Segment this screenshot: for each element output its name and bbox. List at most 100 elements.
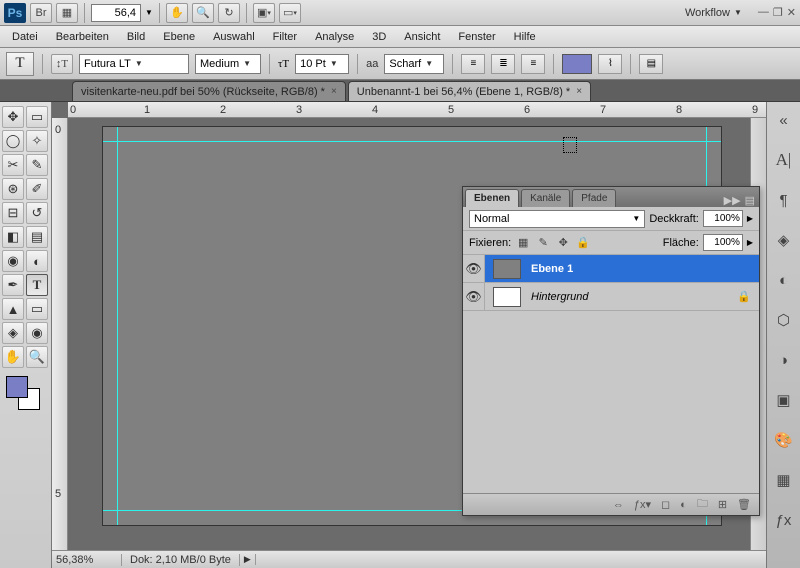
tab-kanaele[interactable]: Kanäle	[521, 189, 570, 207]
paragraph-panel-icon[interactable]: ¶	[772, 188, 796, 212]
layer-thumbnail[interactable]	[493, 287, 521, 307]
tab-ebenen[interactable]: Ebenen	[465, 189, 519, 207]
styles-panel-icon[interactable]: ƒx	[772, 508, 796, 532]
character-panel-button[interactable]: ▤	[639, 54, 663, 74]
menu-bearbeiten[interactable]: Bearbeiten	[56, 31, 109, 43]
layer-name[interactable]: Hintergrund	[531, 291, 588, 303]
close-icon[interactable]: ×	[331, 86, 337, 97]
warp-text-button[interactable]: ⌇	[598, 54, 622, 74]
arrange-button[interactable]: ▣▾	[253, 3, 275, 23]
3d-camera-tool[interactable]: ◉	[26, 322, 48, 344]
swatches-panel-icon[interactable]: ▦	[772, 468, 796, 492]
menu-hilfe[interactable]: Hilfe	[514, 31, 536, 43]
3d-tool[interactable]: ◈	[2, 322, 24, 344]
font-style-select[interactable]: Medium▼	[195, 54, 261, 74]
document-tab-active[interactable]: Unbenannt-1 bei 56,4% (Ebene 1, RGB/8) *…	[348, 81, 591, 101]
panel-menu-icon[interactable]: ▤	[745, 194, 755, 207]
zoom-field[interactable]	[91, 4, 141, 22]
tab-pfade[interactable]: Pfade	[572, 189, 616, 207]
type-tool[interactable]: T	[26, 274, 48, 296]
menu-ansicht[interactable]: Ansicht	[404, 31, 440, 43]
lock-all-icon[interactable]: 🔒	[575, 235, 591, 251]
menu-fenster[interactable]: Fenster	[458, 31, 495, 43]
lock-pixels-icon[interactable]: ✎	[535, 235, 551, 251]
layer-row[interactable]: 👁 Hintergrund 🔒	[463, 283, 759, 311]
rotate-view-button[interactable]: ↻	[218, 3, 240, 23]
dodge-tool[interactable]: ◐	[26, 250, 48, 272]
menu-ebene[interactable]: Ebene	[163, 31, 195, 43]
adjustment-layer-icon[interactable]: ◐	[680, 499, 687, 511]
character-panel-icon[interactable]: A|	[772, 148, 796, 172]
font-family-select[interactable]: Futura LT▼	[79, 54, 189, 74]
pen-tool[interactable]: ✒	[2, 274, 24, 296]
menu-3d[interactable]: 3D	[372, 31, 386, 43]
zoom-tool[interactable]: 🔍	[26, 346, 48, 368]
ruler-horizontal[interactable]: 0 1 2 3 4 5 6 7 8 9	[68, 102, 766, 118]
zoom-tool-button[interactable]: 🔍	[192, 3, 214, 23]
channels-panel-icon[interactable]: ◐	[772, 268, 796, 292]
align-center-button[interactable]: ≣	[491, 54, 515, 74]
close-button[interactable]: ✕	[787, 6, 796, 19]
link-layers-icon[interactable]: ⇔	[613, 499, 624, 511]
document-tab[interactable]: visitenkarte-neu.pdf bei 50% (Rückseite,…	[72, 81, 346, 101]
layer-fx-icon[interactable]: ƒx▾	[634, 498, 651, 511]
stamp-tool[interactable]: ⊟	[2, 202, 24, 224]
hand-tool-button[interactable]: ✋	[166, 3, 188, 23]
menu-filter[interactable]: Filter	[273, 31, 297, 43]
status-docsize[interactable]: Dok: 2,10 MB/0 Byte	[122, 554, 240, 566]
wand-tool[interactable]: ✧	[26, 130, 48, 152]
blend-mode-select[interactable]: Normal▼	[469, 210, 645, 228]
brush-tool[interactable]: ✐	[26, 178, 48, 200]
visibility-icon[interactable]: 👁	[463, 283, 485, 310]
lock-position-icon[interactable]: ✥	[555, 235, 571, 251]
layer-thumbnail[interactable]	[493, 259, 521, 279]
fill-input[interactable]	[703, 234, 743, 251]
path-select-tool[interactable]: ▲	[2, 298, 24, 320]
lasso-tool[interactable]: ◯	[2, 130, 24, 152]
gradient-tool[interactable]: ▤	[26, 226, 48, 248]
color-panel-icon[interactable]: 🎨	[772, 428, 796, 452]
new-layer-icon[interactable]: ⊞	[718, 498, 727, 511]
adjustments-panel-icon[interactable]: ◑	[772, 348, 796, 372]
healing-tool[interactable]: ⊛	[2, 178, 24, 200]
text-color-swatch[interactable]	[562, 54, 592, 74]
opacity-input[interactable]	[703, 210, 743, 227]
minimize-button[interactable]: —	[758, 6, 769, 19]
status-arrow[interactable]: ▶	[240, 554, 256, 565]
ruler-vertical[interactable]: 0 5	[52, 118, 68, 550]
eraser-tool[interactable]: ◧	[2, 226, 24, 248]
screen-mode-button[interactable]: ▭▾	[279, 3, 301, 23]
active-tool-icon[interactable]: T	[6, 52, 34, 76]
navigator-panel-icon[interactable]: ▣	[772, 388, 796, 412]
menu-bild[interactable]: Bild	[127, 31, 145, 43]
foreground-color[interactable]	[6, 376, 28, 398]
align-right-button[interactable]: ≡	[521, 54, 545, 74]
hand-tool[interactable]: ✋	[2, 346, 24, 368]
collapse-icon[interactable]: ▶▶	[724, 194, 741, 207]
antialias-select[interactable]: Scharf▼	[384, 54, 444, 74]
lock-transparency-icon[interactable]: ▦	[515, 235, 531, 251]
expand-dock-icon[interactable]: «	[772, 108, 796, 132]
shape-tool[interactable]: ▭	[26, 298, 48, 320]
marquee-tool[interactable]: ▭	[26, 106, 48, 128]
close-icon[interactable]: ×	[576, 86, 582, 97]
menu-datei[interactable]: Datei	[12, 31, 38, 43]
menu-auswahl[interactable]: Auswahl	[213, 31, 255, 43]
menu-analyse[interactable]: Analyse	[315, 31, 354, 43]
status-zoom[interactable]: 56,38%	[52, 554, 122, 566]
layer-row[interactable]: 👁 Ebene 1	[463, 255, 759, 283]
history-brush-tool[interactable]: ↺	[26, 202, 48, 224]
restore-button[interactable]: ❐	[773, 6, 783, 19]
paths-panel-icon[interactable]: ⬡	[772, 308, 796, 332]
align-left-button[interactable]: ≡	[461, 54, 485, 74]
foreground-background-colors[interactable]	[2, 374, 46, 414]
visibility-icon[interactable]: 👁	[463, 255, 485, 282]
bridge-button[interactable]: Br	[30, 3, 52, 23]
crop-tool[interactable]: ✂	[2, 154, 24, 176]
delete-layer-icon[interactable]: 🗑	[737, 498, 751, 511]
layer-name[interactable]: Ebene 1	[531, 263, 573, 275]
eyedropper-tool[interactable]: ✎	[26, 154, 48, 176]
layers-panel-icon[interactable]: ◈	[772, 228, 796, 252]
move-tool[interactable]: ✥	[2, 106, 24, 128]
miniview-button[interactable]: ▦	[56, 3, 78, 23]
